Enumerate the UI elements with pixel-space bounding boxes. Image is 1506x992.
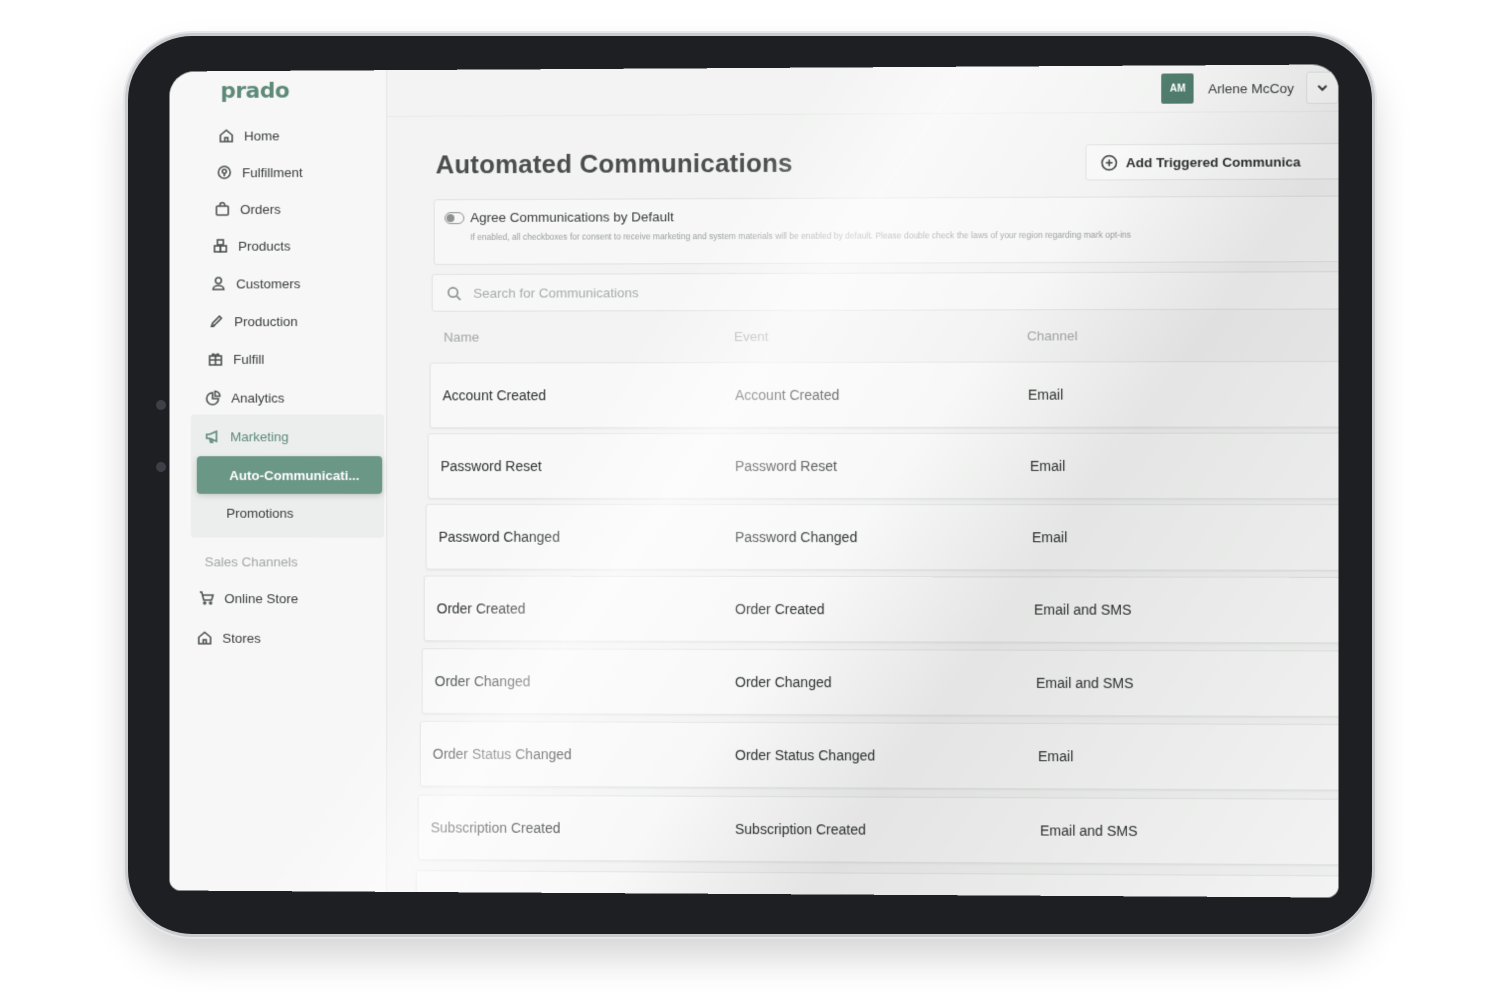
row-channel: Email xyxy=(1038,748,1074,765)
pencil-icon xyxy=(209,313,225,329)
row-name: Order Status Changed xyxy=(432,745,572,763)
camera-dot xyxy=(156,400,166,410)
sidebar-item-label: Analytics xyxy=(231,390,285,406)
row-event: Account Created xyxy=(735,386,840,404)
brand-logo[interactable]: prado xyxy=(220,79,289,104)
column-header-name[interactable]: Name xyxy=(444,330,480,345)
sidebar-subitem-label: Auto-Communicati... xyxy=(229,467,360,483)
user-icon xyxy=(211,276,227,292)
app-screen: prado Home Fulfillment Orders Products C… xyxy=(169,64,1339,898)
row-event: Order Changed xyxy=(735,673,832,691)
sidebar-item-label: Orders xyxy=(240,201,281,217)
pie-chart-icon xyxy=(206,390,222,406)
add-triggered-communication-button[interactable]: Add Triggered Communica xyxy=(1085,143,1339,181)
table-row[interactable]: Password Reset Password Reset Email xyxy=(427,432,1339,500)
row-channel: Email and SMS xyxy=(1040,822,1138,840)
sidebar-item-label: Production xyxy=(234,313,298,329)
sidebar-item-label: Customers xyxy=(236,275,301,291)
sidebar-item-label: Marketing xyxy=(230,428,289,444)
sidebar-item-label: Home xyxy=(244,127,280,144)
user-name[interactable]: Arlene McCoy xyxy=(1208,80,1294,96)
row-event: Order Created xyxy=(735,600,825,618)
table-row[interactable]: Password Changed Password Changed Email xyxy=(425,503,1339,571)
page-title: Automated Communications xyxy=(435,147,793,180)
plus-circle-icon xyxy=(1101,154,1118,171)
location-pin-icon xyxy=(216,164,232,180)
sidebar-item-label: Products xyxy=(238,238,291,254)
table-row[interactable]: Order Status Changed Order Status Change… xyxy=(419,720,1339,791)
sales-channels-heading: Sales Channels xyxy=(204,554,298,570)
home-icon xyxy=(218,128,234,144)
cart-icon xyxy=(199,590,215,606)
row-name: Order Changed xyxy=(434,673,531,690)
boxes-icon xyxy=(213,238,229,254)
row-event: Subscription Created xyxy=(735,820,866,838)
row-name: Password Reset xyxy=(440,458,542,475)
sidebar-item-label: Online Store xyxy=(224,590,299,606)
sidebar-item-orders[interactable]: Orders xyxy=(215,194,281,224)
row-event: Password Changed xyxy=(735,528,858,546)
gift-icon xyxy=(208,351,224,367)
sidebar-item-analytics[interactable]: Analytics xyxy=(206,383,285,413)
agree-by-default-title: Agree Communications by Default xyxy=(470,209,674,226)
sidebar-item-label: Fulfill xyxy=(233,351,265,367)
chevron-down-icon xyxy=(1316,82,1328,94)
row-event: Order Status Changed xyxy=(735,746,876,764)
sidebar-item-online-store[interactable]: Online Store xyxy=(199,583,299,613)
row-name: Subscription Created xyxy=(430,819,561,837)
table-row[interactable]: Order Created Order Created Email and SM… xyxy=(423,575,1339,644)
column-header-channel[interactable]: Channel xyxy=(1027,328,1078,343)
store-icon xyxy=(197,630,213,646)
top-bar: AM Arlene McCoy xyxy=(387,64,1339,117)
shopping-bag-icon xyxy=(215,201,231,217)
row-channel: Email and SMS xyxy=(1034,601,1132,618)
sidebar-item-fulfill[interactable]: Fulfill xyxy=(208,344,265,374)
sidebar-item-label: Fulfillment xyxy=(242,164,303,180)
sidebar-item-home[interactable]: Home xyxy=(218,120,280,150)
megaphone-icon xyxy=(205,428,221,444)
row-name: Account Created xyxy=(442,387,547,404)
row-channel: Email xyxy=(1029,457,1066,474)
table-row[interactable]: Account Created Account Created Email xyxy=(429,360,1339,429)
sidebar-item-fulfillment[interactable]: Fulfillment xyxy=(216,157,303,187)
row-event: Password Reset xyxy=(735,457,837,475)
sidebar-item-products[interactable]: Products xyxy=(213,231,291,261)
row-channel: Email xyxy=(1031,529,1068,546)
add-button-label: Add Triggered Communica xyxy=(1125,153,1301,170)
table-row[interactable]: Subscription Created Subscription Create… xyxy=(417,794,1339,866)
agree-by-default-description: If enabled, all checkboxes for consent t… xyxy=(470,229,1131,242)
sidebar-subitem-auto-communications[interactable]: Auto-Communicati... xyxy=(196,456,383,494)
sidebar-subitem-promotions[interactable]: Promotions xyxy=(226,506,293,521)
sidebar: prado Home Fulfillment Orders Products C… xyxy=(169,70,388,892)
table-row[interactable]: Order Changed Order Changed Email and SM… xyxy=(421,648,1339,718)
user-menu-dropdown[interactable] xyxy=(1306,71,1339,104)
row-channel: Email xyxy=(1027,386,1064,403)
sidebar-item-stores[interactable]: Stores xyxy=(197,623,261,653)
sidebar-item-marketing[interactable]: Marketing xyxy=(205,421,289,451)
sidebar-item-label: Stores xyxy=(222,630,261,646)
search-bar xyxy=(431,271,1339,312)
sidebar-item-customers[interactable]: Customers xyxy=(211,268,301,298)
agree-by-default-toggle[interactable] xyxy=(444,212,465,225)
row-name: Order Created xyxy=(436,600,526,617)
camera-dot xyxy=(156,462,166,472)
search-input[interactable] xyxy=(471,282,1076,302)
agree-by-default-panel: Agree Communications by Default If enabl… xyxy=(433,195,1339,265)
column-header-event[interactable]: Event xyxy=(734,329,769,344)
row-channel: Email and SMS xyxy=(1036,674,1134,692)
user-menu[interactable]: AM Arlene McCoy xyxy=(1161,71,1339,106)
row-name: Password Changed xyxy=(438,528,560,545)
avatar[interactable]: AM xyxy=(1161,73,1194,104)
search-icon xyxy=(447,285,462,300)
sidebar-item-production[interactable]: Production xyxy=(209,306,298,336)
